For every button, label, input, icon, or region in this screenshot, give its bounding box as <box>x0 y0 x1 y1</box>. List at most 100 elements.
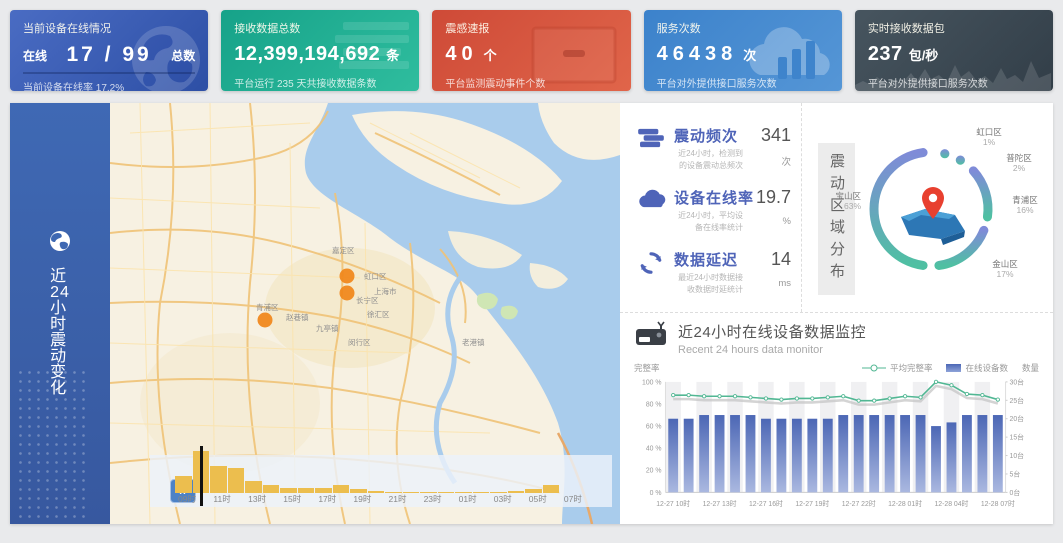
timeline-bar <box>245 481 262 493</box>
svg-text:赵巷镇: 赵巷镇 <box>286 312 309 322</box>
donut-chart: 宝山区63%虹口区1%普陀区2%青浦区16%金山区17% <box>803 103 1053 313</box>
card-quake-report[interactable]: 震感速报 40 个 平台监测震动事件个数 <box>432 10 630 91</box>
online-devices-bar <box>699 415 709 492</box>
donut-segment-普陀区[interactable] <box>956 156 965 165</box>
card-total-data[interactable]: 接收数据总数 12,399,194,692 条 平台运行 235 天共接收数据条… <box>221 10 419 91</box>
donut-segment-青浦区[interactable] <box>973 171 988 217</box>
stat-value: 341 <box>751 125 791 146</box>
svg-text:闵行区: 闵行区 <box>348 337 371 347</box>
legend-avg-completeness[interactable]: 平均完整率 <box>862 362 933 374</box>
timeline-bar <box>263 485 280 493</box>
svg-text:嘉定区: 嘉定区 <box>332 245 355 255</box>
shanghai-map[interactable]: 嘉定区青浦区赵巷镇九亭镇虹口区上海市长宁区徐汇区闵行区老港镇 II 09时11时… <box>110 103 620 524</box>
card-device-online[interactable]: 当前设备在线情况 在线 17 / 99 总数 当前设备在线率 17.2% <box>10 10 208 91</box>
online-label: 在线 <box>23 47 47 64</box>
svg-text:30台: 30台 <box>1010 377 1025 386</box>
timeline-hour-label: 15时 <box>280 493 304 505</box>
stat-unit: % <box>751 216 791 227</box>
svg-text:100 %: 100 % <box>642 379 661 386</box>
timeline-hour-label: 23时 <box>421 493 445 505</box>
monitor-chart-canvas: 0 %20 %40 %60 %80 %100 %0台5台10台15台20台25台… <box>634 374 1039 520</box>
svg-text:老港镇: 老港镇 <box>462 337 485 347</box>
svg-text:63%: 63% <box>844 201 861 211</box>
svg-text:12-27 10时: 12-27 10时 <box>656 499 690 508</box>
y-right-axis-label: 数量 <box>1022 362 1039 374</box>
timeline-bar <box>228 468 245 493</box>
online-devices-bar <box>792 419 802 493</box>
svg-text:80 %: 80 % <box>646 401 662 408</box>
sidebar-title-char: 化 <box>50 381 70 397</box>
cloud-icon <box>636 187 666 209</box>
svg-text:60 %: 60 % <box>646 424 662 431</box>
stat-title: 设备在线率 <box>674 187 743 208</box>
service-count-value: 46438 <box>657 43 738 66</box>
svg-text:25台: 25台 <box>1010 396 1025 405</box>
timeline-hour-label: 07时 <box>561 493 585 505</box>
card-title: 震感速报 <box>445 20 617 36</box>
map-timeline: II 09时11时13时15时17时19时21时23时01时03时05时07时 <box>150 455 612 507</box>
svg-text:16%: 16% <box>1016 205 1033 215</box>
svg-text:10台: 10台 <box>1010 451 1025 460</box>
unit-label: 个 <box>484 45 497 64</box>
card-footer: 平台对外提供接口服务次数 <box>868 75 1040 90</box>
timeline-hour-label: 09时 <box>175 493 199 505</box>
divider <box>23 72 195 74</box>
monitor-subtitle: Recent 24 hours data monitor <box>678 344 866 356</box>
donut-segment-宝山区[interactable] <box>874 153 923 266</box>
card-footer: 当前设备在线率 17.2% <box>23 79 195 91</box>
timeline-bar <box>333 485 350 493</box>
svg-text:金山区: 金山区 <box>992 259 1018 269</box>
online-devices-bar <box>931 426 941 492</box>
sidebar-title-char: 小 <box>50 301 70 317</box>
quake-event-dot[interactable] <box>340 269 355 284</box>
quake-event-dot[interactable] <box>258 313 273 328</box>
stat-desc: 最近24小时数据接收数据时延统计 <box>674 272 743 295</box>
svg-text:1%: 1% <box>983 137 996 147</box>
total-data-value: 12,399,194,692 <box>234 43 380 66</box>
online-devices-bar <box>838 415 848 492</box>
online-devices-bar <box>746 415 756 492</box>
svg-text:0台: 0台 <box>1010 488 1021 497</box>
stat-value: 19.7 <box>751 187 791 208</box>
dashboard: 当前设备在线情况 在线 17 / 99 总数 当前设备在线率 17.2% 接收数… <box>0 0 1063 543</box>
timeline-histogram <box>175 447 559 493</box>
refresh-icon <box>636 249 666 275</box>
right-panel: 震动频次 近24小时，检测到的设备震动总频次 341 次 <box>620 103 1053 524</box>
quake-count-value: 40 <box>445 43 477 66</box>
online-devices-bar <box>900 415 910 492</box>
stat-device-online-rate: 设备在线率 近24小时，平均设备在线率统计 19.7 % <box>636 187 791 233</box>
quake-event-dot[interactable] <box>340 286 355 301</box>
svg-text:12-28 01时: 12-28 01时 <box>888 499 922 508</box>
legend-online-devices[interactable]: 在线设备数 <box>946 362 1008 374</box>
sidebar-24h-quake-change: 近24小时震动变化 <box>10 103 110 524</box>
svg-text:上海市: 上海市 <box>374 286 397 296</box>
online-devices-bar <box>684 419 694 493</box>
svg-text:虹口区: 虹口区 <box>976 127 1002 137</box>
server-icon <box>636 125 666 149</box>
svg-text:虹口区: 虹口区 <box>364 272 387 281</box>
timeline-hour-label: 03时 <box>491 493 515 505</box>
svg-text:12-27 16时: 12-27 16时 <box>749 499 783 508</box>
svg-text:宝山区: 宝山区 <box>835 191 861 201</box>
stat-unit: ms <box>751 278 791 289</box>
svg-text:青浦区: 青浦区 <box>256 302 279 312</box>
online-devices-bar <box>993 415 1003 492</box>
card-footer: 平台对外提供接口服务次数 <box>657 75 829 90</box>
svg-text:长宁区: 长宁区 <box>356 295 379 305</box>
online-devices-bar <box>885 415 895 492</box>
card-realtime-packets[interactable]: 实时接收数据包 237 包/秒 平台对外提供接口服务次数 <box>855 10 1053 91</box>
sidebar-title-char: 时 <box>50 317 70 333</box>
sidebar-title-char: 震 <box>50 333 70 349</box>
y-left-axis-label: 完整率 <box>634 362 660 374</box>
card-service-count[interactable]: 服务次数 46438 次 平台对外提供接口服务次数 <box>644 10 842 91</box>
monitor-legend: 完整率 平均完整率 在线设备数 数量 <box>634 362 1039 374</box>
online-devices-bar <box>668 419 678 493</box>
stat-desc: 近24小时，检测到的设备震动总频次 <box>674 148 743 171</box>
svg-text:2%: 2% <box>1013 163 1026 173</box>
card-footer: 平台监测震动事件个数 <box>445 75 617 90</box>
timeline-hour-label: 19时 <box>350 493 374 505</box>
map-pin-icon <box>901 187 965 245</box>
kpi-stats: 震动频次 近24小时，检测到的设备震动总频次 341 次 <box>620 103 802 312</box>
donut-segment-虹口区[interactable] <box>940 149 949 158</box>
timeline-hour-label: 17时 <box>315 493 339 505</box>
